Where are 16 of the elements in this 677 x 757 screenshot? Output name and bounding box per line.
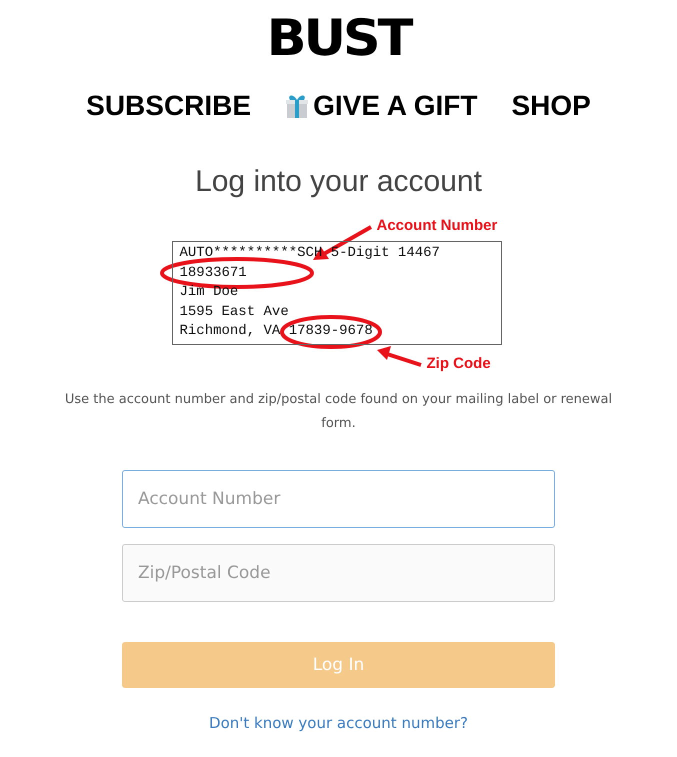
nav-link[interactable]: SUBSCRIBE (86, 90, 252, 122)
logo[interactable]: BUST (266, 10, 410, 66)
nav-link[interactable]: GIVE A GIFT (285, 90, 478, 122)
input-field[interactable]: Account Number (122, 470, 555, 528)
help-link[interactable]: Don't know your account number? (209, 714, 468, 732)
label-text: 17839-9678 (288, 322, 373, 341)
nav-link[interactable]: SHOP (511, 90, 591, 122)
label-text: 18933671 (180, 264, 247, 282)
label-text: Richmond, VA (180, 322, 280, 341)
label-text: 1595 East Ave (180, 302, 289, 322)
annotation-label: Zip Code (426, 355, 491, 372)
label-text: Jim Doe (180, 283, 238, 302)
page-title: Log into your account (195, 164, 482, 200)
instructions-text: Use the account number and zip/postal code found on your mailing label or renewal form. (64, 391, 614, 433)
input-field[interactable]: Zip/Postal Code (122, 544, 555, 602)
annotation-label: Account Number (376, 217, 498, 234)
